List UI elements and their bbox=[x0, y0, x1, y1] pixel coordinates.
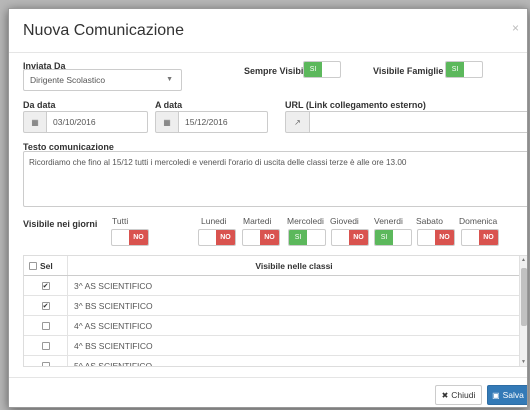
toggle-off-label: NO bbox=[260, 230, 279, 245]
toggle-off-label: NO bbox=[349, 230, 368, 245]
a-data-value: 15/12/2016 bbox=[185, 117, 228, 127]
da-data-label: Da data bbox=[23, 100, 56, 110]
toggle-sabato[interactable]: NO bbox=[417, 229, 455, 246]
visibile-famiglie-toggle[interactable]: SI bbox=[445, 61, 483, 78]
toggle-domenica[interactable]: NO bbox=[461, 229, 499, 246]
row-select-cell bbox=[24, 336, 68, 355]
row-select-cell: ✔ bbox=[24, 296, 68, 315]
day-label-venerdi: Venerdi bbox=[374, 216, 403, 226]
toggle-on-label: SI bbox=[375, 230, 393, 245]
sel-header: Sel bbox=[24, 256, 68, 275]
row-select-cell bbox=[24, 356, 68, 366]
nuova-comunicazione-dialog: Nuova Comunicazione × Inviata Da Dirigen… bbox=[8, 8, 528, 408]
visibile-famiglie-label: Visibile Famiglie bbox=[373, 66, 444, 76]
testo-value: Ricordiamo che fino al 15/12 tutti i mer… bbox=[29, 158, 407, 167]
scroll-up-icon[interactable]: ▲ bbox=[521, 257, 526, 263]
giorni-label: Visibile nei giorni bbox=[23, 219, 98, 229]
day-label-lunedi: Lunedi bbox=[201, 216, 227, 226]
day-label-giovedi: Giovedi bbox=[330, 216, 359, 226]
toggle-on-label: SI bbox=[289, 230, 307, 245]
close-icon[interactable]: × bbox=[512, 21, 519, 35]
toggle-giovedi[interactable]: NO bbox=[331, 229, 369, 246]
table-row[interactable]: 4^ AS SCIENTIFICO bbox=[24, 316, 520, 336]
day-label-sabato: Sabato bbox=[416, 216, 443, 226]
toggle-mercoledi[interactable]: SI bbox=[288, 229, 326, 246]
salva-button[interactable]: ▣ Salva bbox=[487, 385, 527, 405]
sel-header-label: Sel bbox=[40, 260, 53, 271]
table-scrollbar[interactable]: ▲ ▼ bbox=[519, 256, 527, 366]
footer-divider bbox=[9, 377, 527, 378]
toggle-on-label: SI bbox=[446, 62, 464, 77]
toggle-off-label: NO bbox=[129, 230, 148, 245]
header-divider bbox=[9, 52, 527, 53]
url-label: URL (Link collegamento esterno) bbox=[285, 100, 426, 110]
table-header: Sel Visibile nelle classi bbox=[24, 256, 520, 276]
row-classe: 3^ BS SCIENTIFICO bbox=[74, 300, 153, 311]
row-checkbox[interactable]: ✔ bbox=[41, 301, 50, 310]
sempre-visibile-toggle[interactable]: SI bbox=[303, 61, 341, 78]
dialog-title: Nuova Comunicazione bbox=[23, 22, 184, 39]
external-link-icon: ↗ bbox=[285, 111, 310, 133]
chevron-down-icon: ▼ bbox=[166, 76, 173, 83]
salva-label: Salva bbox=[502, 390, 524, 400]
chiudi-button[interactable]: ✖ Chiudi bbox=[435, 385, 482, 405]
table-row[interactable]: ✔ 3^ AS SCIENTIFICO bbox=[24, 276, 520, 296]
scroll-down-icon[interactable]: ▼ bbox=[521, 359, 526, 365]
toggle-tutti[interactable]: NO bbox=[111, 229, 149, 246]
row-classe: 4^ BS SCIENTIFICO bbox=[74, 340, 153, 351]
da-data-input[interactable]: 03/10/2016 bbox=[46, 111, 148, 133]
inviata-da-select[interactable]: Dirigente Scolastico ▼ bbox=[23, 69, 182, 91]
da-data-value: 03/10/2016 bbox=[53, 117, 96, 127]
classi-header: Visibile nelle classi bbox=[255, 260, 333, 271]
chiudi-label: Chiudi bbox=[451, 390, 476, 400]
a-data-input[interactable]: 15/12/2016 bbox=[178, 111, 268, 133]
row-classe: 3^ AS SCIENTIFICO bbox=[74, 280, 153, 291]
url-input[interactable] bbox=[309, 111, 527, 133]
row-checkbox[interactable]: ✔ bbox=[41, 281, 50, 290]
a-data-label: A data bbox=[155, 100, 183, 110]
day-label-tutti: Tutti bbox=[112, 216, 129, 226]
testo-textarea[interactable]: Ricordiamo che fino al 15/12 tutti i mer… bbox=[23, 151, 527, 207]
day-label-mercoledi: Mercoledi bbox=[287, 216, 324, 226]
scrollbar-thumb[interactable] bbox=[521, 268, 527, 326]
day-label-martedi: Martedi bbox=[243, 216, 272, 226]
classi-table: Sel Visibile nelle classi ✔ 3^ AS SCIENT… bbox=[23, 255, 527, 367]
row-classe: 5^ AS SCIENTIFICO bbox=[74, 360, 153, 367]
table-row[interactable]: 5^ AS SCIENTIFICO bbox=[24, 356, 520, 367]
select-all-checkbox[interactable] bbox=[29, 261, 37, 270]
calendar-icon[interactable]: ▦ bbox=[23, 111, 47, 133]
row-select-cell: ✔ bbox=[24, 276, 68, 295]
table-row[interactable]: 4^ BS SCIENTIFICO bbox=[24, 336, 520, 356]
sempre-visibile-label: Sempre Visibile bbox=[244, 66, 311, 76]
day-label-domenica: Domenica bbox=[459, 216, 498, 226]
toggle-martedi[interactable]: NO bbox=[242, 229, 280, 246]
toggle-lunedi[interactable]: NO bbox=[198, 229, 236, 246]
toggle-venerdi[interactable]: SI bbox=[374, 229, 412, 246]
close-icon: ✖ bbox=[441, 390, 449, 400]
row-classe: 4^ AS SCIENTIFICO bbox=[74, 320, 153, 331]
row-checkbox[interactable] bbox=[41, 341, 50, 350]
row-checkbox[interactable] bbox=[41, 361, 50, 366]
toggle-off-label: NO bbox=[479, 230, 498, 245]
calendar-icon[interactable]: ▦ bbox=[155, 111, 179, 133]
save-icon: ▣ bbox=[492, 390, 500, 400]
toggle-off-label: NO bbox=[435, 230, 454, 245]
row-select-cell bbox=[24, 316, 68, 335]
toggle-on-label: SI bbox=[304, 62, 322, 77]
table-row[interactable]: ✔ 3^ BS SCIENTIFICO bbox=[24, 296, 520, 316]
toggle-off-label: NO bbox=[216, 230, 235, 245]
row-checkbox[interactable] bbox=[41, 321, 50, 330]
inviata-da-value: Dirigente Scolastico bbox=[30, 75, 106, 85]
